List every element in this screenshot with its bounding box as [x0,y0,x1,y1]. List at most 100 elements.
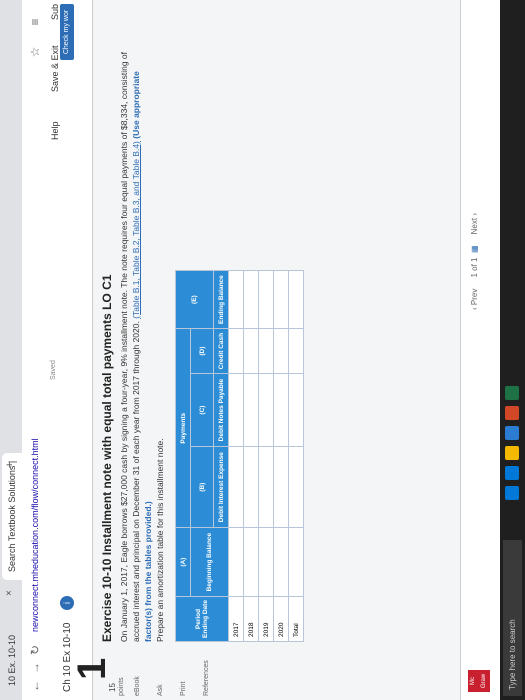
input-cell[interactable] [273,446,289,528]
header-notes: Debit Notes Payable [213,373,229,447]
question-number: 1 [70,657,114,680]
assignment-footer [460,0,501,700]
header-interest: Debit Interest Expense [213,446,229,528]
input-cell[interactable] [243,527,259,597]
info-icon[interactable]: i [60,596,74,610]
input-cell[interactable] [228,446,244,528]
page-total: of 1 [470,257,479,271]
exercise-prompt: On January 1, 2017, Eagle borrows $27,00… [118,42,154,642]
header-letter-a: (A) [175,527,191,597]
close-tab-icon[interactable]: × [4,590,15,596]
header-period-label: Period Ending Date [195,600,209,638]
input-cell[interactable] [273,527,289,597]
table-row: 2019 [258,270,274,642]
header-letter-e: (E) [175,270,214,329]
table-row: 2017 [228,270,244,642]
tab-assignment[interactable]: 10 Ex. 10-10 [2,626,22,694]
input-cell[interactable] [258,446,274,528]
row-year: 2017 [228,596,244,642]
header-letter-c: (C) [190,373,214,447]
screen: 10 Ex. 10-10 Search Textbook Solutions |… [0,0,525,700]
table-row: 2018 [243,270,259,642]
file-explorer-icon[interactable] [505,446,519,460]
table-row: 2020 [273,270,289,642]
header-beginning: Beginning Balance [190,527,229,597]
pager: ‹ Prev 1 of 1 ▦ Next › [470,213,479,310]
points-label: points [118,677,125,696]
input-cell[interactable] [228,527,244,597]
taskbar: Type here to search [500,0,525,700]
table-row-total: Total [288,270,304,642]
input-cell[interactable] [273,373,289,447]
tab-search-label: Search Textbook Solutions | [7,460,17,572]
app-header: Ch 10 Ex 10-10 i Saved Help Save & Exit … [48,0,93,700]
input-cell[interactable] [228,328,244,374]
check-my-work-button[interactable]: Check my wor [60,4,74,60]
tab-search[interactable]: Search Textbook Solutions | [2,452,22,580]
row-year: 2018 [243,596,259,642]
word-icon[interactable] [505,426,519,440]
powerpoint-icon[interactable] [505,406,519,420]
task-view-icon[interactable] [505,486,519,500]
row-year: 2020 [273,596,289,642]
submit-link[interactable]: Sub [50,4,60,20]
ebook-link[interactable]: eBook [134,648,141,696]
help-link[interactable]: Help [50,121,60,140]
points-value: 15 [108,683,117,692]
bookmark-star-icon[interactable]: ☆ [27,44,43,60]
browser-tab-bar: 10 Ex. 10-10 Search Textbook Solutions |… [0,0,22,700]
input-cell[interactable] [228,270,244,329]
grid-icon[interactable]: ▦ [470,245,479,253]
input-cell[interactable] [258,270,274,329]
save-exit-link[interactable]: Save & Exit [50,45,60,92]
instruction-text: Prepare an amortization table for this i… [155,438,165,642]
input-cell[interactable] [288,373,304,447]
page-current: 1 [470,273,479,278]
address-bar: ← → ↻ newconnect.mheducation.com/flow/co… [22,0,49,700]
prev-button[interactable]: ‹ Prev [470,289,479,310]
header-ending: Ending Balance [213,270,229,329]
input-cell[interactable] [243,373,259,447]
input-cell[interactable] [273,270,289,329]
back-icon[interactable]: ← [27,678,43,694]
input-cell[interactable] [228,373,244,447]
saved-status: Saved [50,360,57,380]
taskbar-search[interactable]: Type here to search [503,540,522,696]
prompt-text: On January 1, 2017, Eagle borrows $27,00… [119,51,141,642]
tables-link[interactable]: (Table B.1, Table B.2, Table B.3, and Ta… [131,141,141,319]
header-period: Period Ending Date [175,596,229,642]
question-side-links: eBook Ask Print References [134,648,226,696]
next-button[interactable]: Next › [470,213,479,234]
mcgraw-hill-logo: Mc Graw Hill [468,670,498,692]
print-link[interactable]: Print [180,648,187,696]
next-label: Next [470,217,479,235]
url-field[interactable]: newconnect.mheducation.com/flow/connect.… [27,172,43,632]
input-cell[interactable] [258,328,274,374]
reload-icon[interactable]: ↻ [27,642,43,658]
input-cell[interactable] [288,527,304,597]
header-letter-b: (B) [190,446,214,528]
input-cell[interactable] [243,270,259,329]
input-cell[interactable] [288,446,304,528]
input-cell[interactable] [243,328,259,374]
input-cell[interactable] [288,328,304,374]
row-total-label: Total [288,596,304,642]
prev-label: Prev [470,288,479,306]
amortization-table: Period Ending Date (A) Payments (E) Begi… [175,270,304,642]
input-cell[interactable] [258,527,274,597]
input-cell[interactable] [243,446,259,528]
header-cash: Credit Cash [213,328,229,374]
input-cell[interactable] [288,270,304,329]
input-cell[interactable] [258,373,274,447]
header-payments: Payments [175,328,191,528]
ask-link[interactable]: Ask [157,648,164,696]
menu-icon[interactable]: ≡ [27,14,43,30]
references-link[interactable]: References [203,648,210,696]
edge-icon[interactable] [505,466,519,480]
forward-icon[interactable]: → [27,660,43,676]
row-year: 2019 [258,596,274,642]
input-cell[interactable] [273,328,289,374]
excel-icon[interactable] [505,386,519,400]
new-tab-icon[interactable]: + [4,462,16,468]
exercise-title: Exercise 10-10 Installment note with equ… [100,274,114,642]
